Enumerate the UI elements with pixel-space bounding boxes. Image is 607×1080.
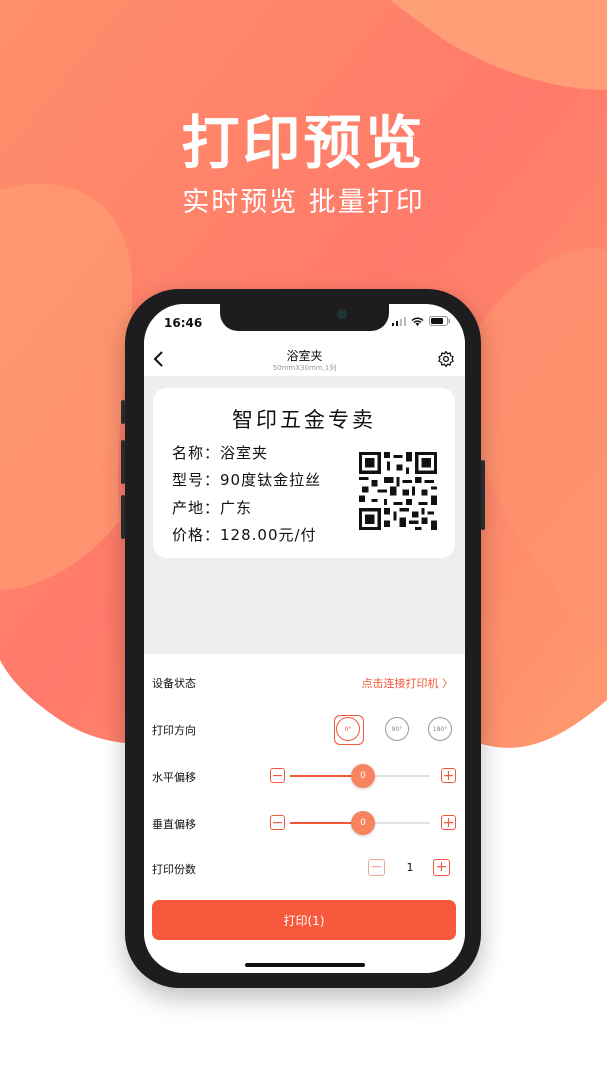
- nav-bar: 浴室夹 50mmX30mm,1列: [144, 344, 465, 376]
- print-button[interactable]: 打印(1): [152, 900, 456, 940]
- phone-side-button: [481, 460, 485, 530]
- battery-icon: [429, 316, 450, 326]
- page-title: 浴室夹: [286, 349, 323, 363]
- label-row-price: 价格：128.00元/付: [172, 526, 317, 544]
- phone-side-button: [121, 400, 125, 424]
- label-row-model: 型号：90度钛金拉丝: [172, 471, 322, 489]
- label-title: 智印五金专卖: [232, 408, 376, 432]
- vertical-offset-fill: [290, 822, 360, 824]
- copies-label: 打印份数: [152, 863, 196, 876]
- status-time: 16:46: [164, 316, 203, 330]
- signal-icon: [392, 316, 406, 326]
- device-status-label: 设备状态: [152, 677, 196, 690]
- home-indicator: [245, 963, 365, 967]
- horizontal-offset-thumb[interactable]: 0: [351, 764, 375, 788]
- label-row-name: 名称：浴室夹: [172, 444, 269, 462]
- qr-code-icon: [359, 452, 437, 530]
- gear-icon[interactable]: [437, 350, 455, 368]
- camera-icon: [337, 309, 347, 319]
- orientation-0-icon[interactable]: 0°: [336, 717, 360, 741]
- print-settings-panel: 设备状态 点击连接打印机 〉 打印方向 0° 90° 180° 水平偏移 − 0…: [144, 654, 465, 973]
- horizontal-offset-minus-button[interactable]: −: [270, 768, 285, 783]
- phone-side-button: [121, 495, 125, 539]
- hero-subtitle: 实时预览 批量打印: [182, 187, 425, 218]
- status-icons: [392, 316, 451, 326]
- vertical-offset-thumb[interactable]: 0: [351, 811, 375, 835]
- orientation-180-icon[interactable]: 180°: [428, 717, 452, 741]
- page-subtitle: 50mmX30mm,1列: [272, 364, 337, 372]
- copies-value[interactable]: 1: [400, 861, 420, 874]
- horizontal-offset-plus-button[interactable]: +: [441, 768, 456, 783]
- vertical-offset-label: 垂直偏移: [152, 818, 196, 831]
- label-row-origin: 产地：广东: [172, 499, 253, 517]
- phone-screen: 16:46 浴室夹 50mmX30mm,1列 智印五金专卖 名称：浴室夹 型号：…: [144, 304, 465, 973]
- phone-notch: [220, 304, 389, 331]
- orientation-label: 打印方向: [152, 724, 196, 737]
- vertical-offset-minus-button[interactable]: −: [270, 815, 285, 830]
- copies-minus-button[interactable]: −: [368, 859, 385, 876]
- horizontal-offset-label: 水平偏移: [152, 771, 196, 784]
- wifi-icon: [411, 317, 424, 326]
- phone-side-button: [121, 440, 125, 484]
- hero-title: 打印预览: [181, 109, 426, 177]
- label-preview: 智印五金专卖 名称：浴室夹 型号：90度钛金拉丝 产地：广东 价格：128.00…: [153, 388, 455, 558]
- connect-printer-link[interactable]: 点击连接打印机 〉: [362, 675, 454, 691]
- vertical-offset-plus-button[interactable]: +: [441, 815, 456, 830]
- orientation-90-icon[interactable]: 90°: [385, 717, 409, 741]
- horizontal-offset-fill: [290, 775, 360, 777]
- copies-plus-button[interactable]: +: [433, 859, 450, 876]
